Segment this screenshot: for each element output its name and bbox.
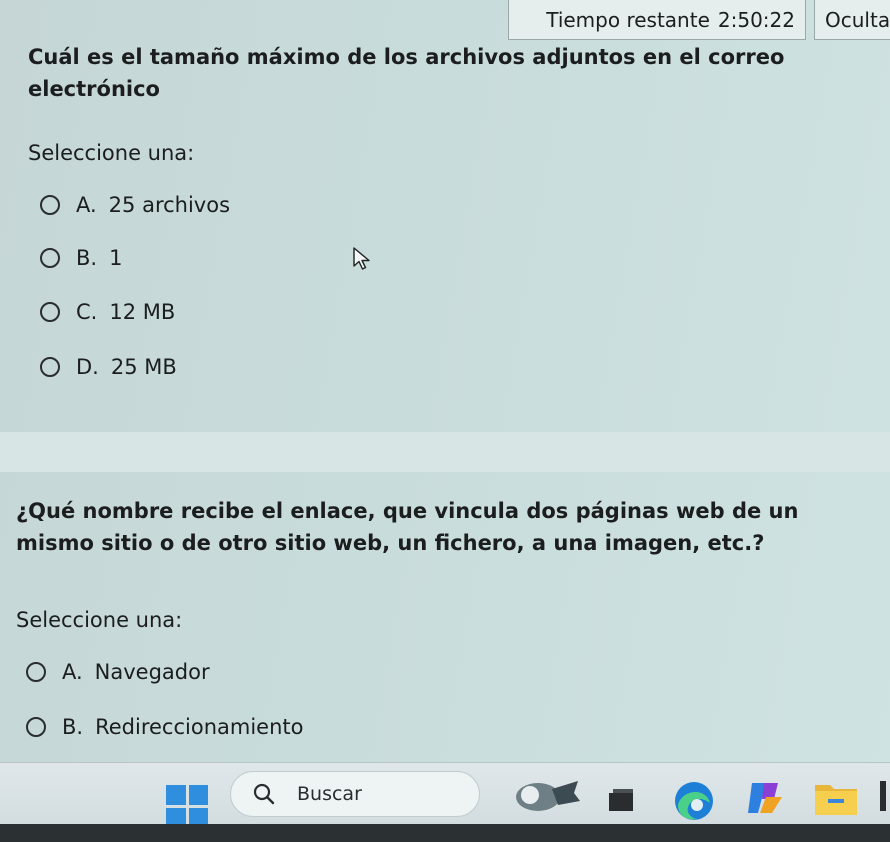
time-remaining-label: Tiempo restante — [546, 7, 710, 32]
radio-button[interactable] — [40, 302, 60, 322]
taskbar: Buscar — [0, 762, 890, 827]
question-1-text: Cuál es el tamaño máximo de los archivos… — [28, 45, 785, 101]
question-2-panel: ¿Qué nombre recibe el enlace, que vincul… — [0, 472, 890, 760]
search-label: Buscar — [297, 783, 362, 805]
question-1-option-a[interactable]: A. 25 archivos — [40, 193, 230, 217]
file-explorer-icon[interactable] — [812, 777, 860, 819]
radio-button[interactable] — [40, 248, 60, 268]
taskbar-overflow-icon[interactable] — [880, 781, 886, 811]
question-2-text: ¿Qué nombre recibe el enlace, que vincul… — [16, 499, 799, 555]
windows-start-icon[interactable] — [166, 785, 208, 827]
time-remaining-value: 2:50:22 — [717, 7, 795, 32]
time-remaining: Tiempo restante 2:50:22 — [508, 0, 806, 40]
question-2-prompt: Seleccione una: — [16, 608, 183, 632]
edge-browser-icon[interactable] — [672, 779, 716, 823]
radio-button[interactable] — [26, 662, 46, 682]
question-2-option-a[interactable]: A. Navegador — [26, 660, 210, 684]
radio-button[interactable] — [40, 195, 60, 215]
radio-button[interactable] — [40, 357, 60, 377]
question-2-option-b[interactable]: B. Redireccionamiento — [26, 715, 303, 739]
question-1-option-d[interactable]: D. 25 MB — [40, 355, 177, 379]
question-1-prompt: Seleccione una: — [28, 141, 195, 165]
question-1-option-b[interactable]: B. 1 — [40, 246, 122, 270]
question-separator — [0, 432, 890, 472]
screen-bezel — [0, 824, 890, 842]
task-view-icon[interactable] — [606, 785, 636, 815]
mouse-cursor-icon — [353, 247, 370, 270]
copilot-icon[interactable] — [744, 777, 786, 819]
question-1-panel: Cuál es el tamaño máximo de los archivos… — [0, 0, 890, 432]
radio-button[interactable] — [26, 717, 46, 737]
taskbar-search-box[interactable]: Buscar — [230, 771, 480, 817]
question-1-option-c[interactable]: C. 12 MB — [40, 300, 175, 324]
search-icon — [253, 783, 275, 805]
weather-widget-icon[interactable] — [508, 775, 584, 817]
hide-timer-button[interactable]: Oculta — [814, 0, 890, 40]
